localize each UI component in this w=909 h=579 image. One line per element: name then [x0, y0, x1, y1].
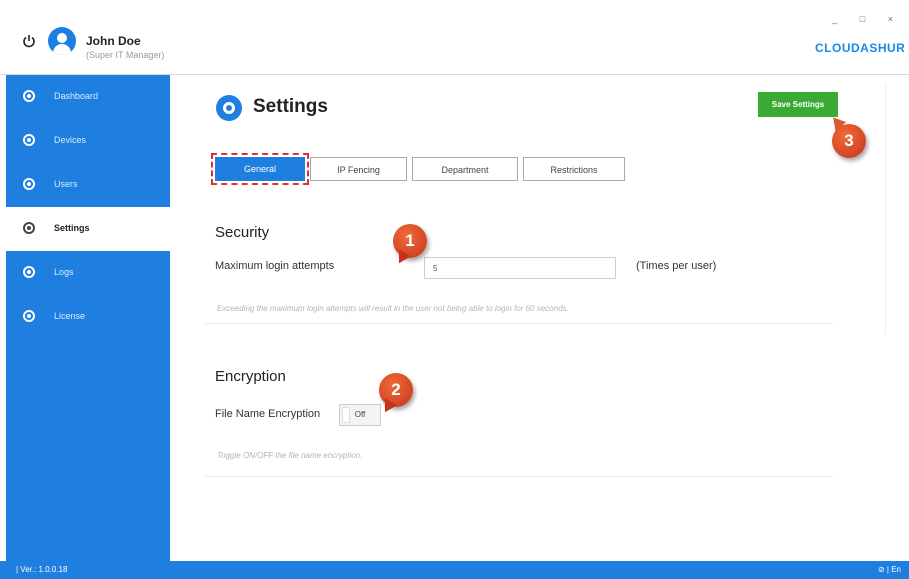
- callout-3: 3: [832, 124, 866, 158]
- page-title: Settings: [253, 96, 328, 117]
- security-divider: [205, 323, 833, 324]
- devices-icon: [23, 134, 35, 146]
- encryption-heading: Encryption: [215, 368, 286, 385]
- settings-icon: [23, 222, 35, 234]
- sidebar-item-label: License: [54, 311, 86, 321]
- save-settings-button[interactable]: Save Settings: [758, 92, 838, 117]
- user-role: (Super IT Manager): [86, 50, 165, 60]
- sidebar-item-label: Dashboard: [54, 91, 99, 101]
- tab-department[interactable]: Department: [412, 157, 518, 181]
- status-icons[interactable]: ⊘ | En: [878, 565, 901, 574]
- version-label: | Ver.: 1.0.0.18: [16, 565, 68, 574]
- callout-1: 1: [393, 224, 427, 258]
- sidebar-item-label: Devices: [54, 135, 87, 145]
- max-login-label: Maximum login attempts: [215, 260, 335, 272]
- tab-ip-fencing[interactable]: IP Fencing: [310, 157, 407, 181]
- sidebar-item-logs[interactable]: Logs: [6, 251, 170, 295]
- encryption-divider: [205, 476, 833, 477]
- times-per-user-label: (Times per user): [636, 260, 717, 272]
- sidebar-item-license[interactable]: License: [6, 295, 170, 339]
- security-hint: Exceeding the maximum login attempts wil…: [217, 304, 569, 313]
- user-name: John Doe: [86, 34, 141, 48]
- sidebar-item-label: Settings: [54, 223, 90, 233]
- license-icon: [23, 310, 35, 322]
- dashboard-icon: [23, 90, 35, 102]
- file-name-encryption-label: File Name Encryption: [215, 408, 321, 420]
- callout-2: 2: [379, 373, 413, 407]
- users-icon: [23, 178, 35, 190]
- sidebar-item-label: Logs: [54, 267, 74, 277]
- sidebar-item-devices[interactable]: Devices: [6, 119, 170, 163]
- power-icon[interactable]: [22, 34, 36, 48]
- tab-restrictions[interactable]: Restrictions: [523, 157, 625, 181]
- logs-icon: [23, 266, 35, 278]
- toggle-state: Off: [354, 410, 366, 419]
- panel-divider: [885, 84, 886, 334]
- avatar[interactable]: [48, 27, 76, 55]
- sidebar: Dashboard Devices Users Settings Logs Li…: [6, 75, 170, 561]
- window-controls[interactable]: _ □ ×: [832, 14, 903, 24]
- sidebar-item-settings[interactable]: Settings: [6, 207, 170, 251]
- brand-logo: CLOUDASHUR: [815, 41, 906, 55]
- status-bar: | Ver.: 1.0.0.18 ⊘ | En: [0, 561, 909, 579]
- security-heading: Security: [215, 224, 270, 241]
- sidebar-item-users[interactable]: Users: [6, 163, 170, 207]
- gear-icon: [216, 95, 242, 121]
- top-bar: John Doe (Super IT Manager) _ □ × CLOUDA…: [0, 0, 909, 75]
- sidebar-item-dashboard[interactable]: Dashboard: [6, 75, 170, 119]
- file-name-encryption-toggle[interactable]: Off: [339, 404, 381, 426]
- sidebar-item-label: Users: [54, 179, 78, 189]
- max-login-input[interactable]: [424, 257, 616, 279]
- tab-general[interactable]: General: [211, 153, 309, 185]
- encryption-hint: Toggle ON/OFF the file name encryption.: [217, 451, 363, 460]
